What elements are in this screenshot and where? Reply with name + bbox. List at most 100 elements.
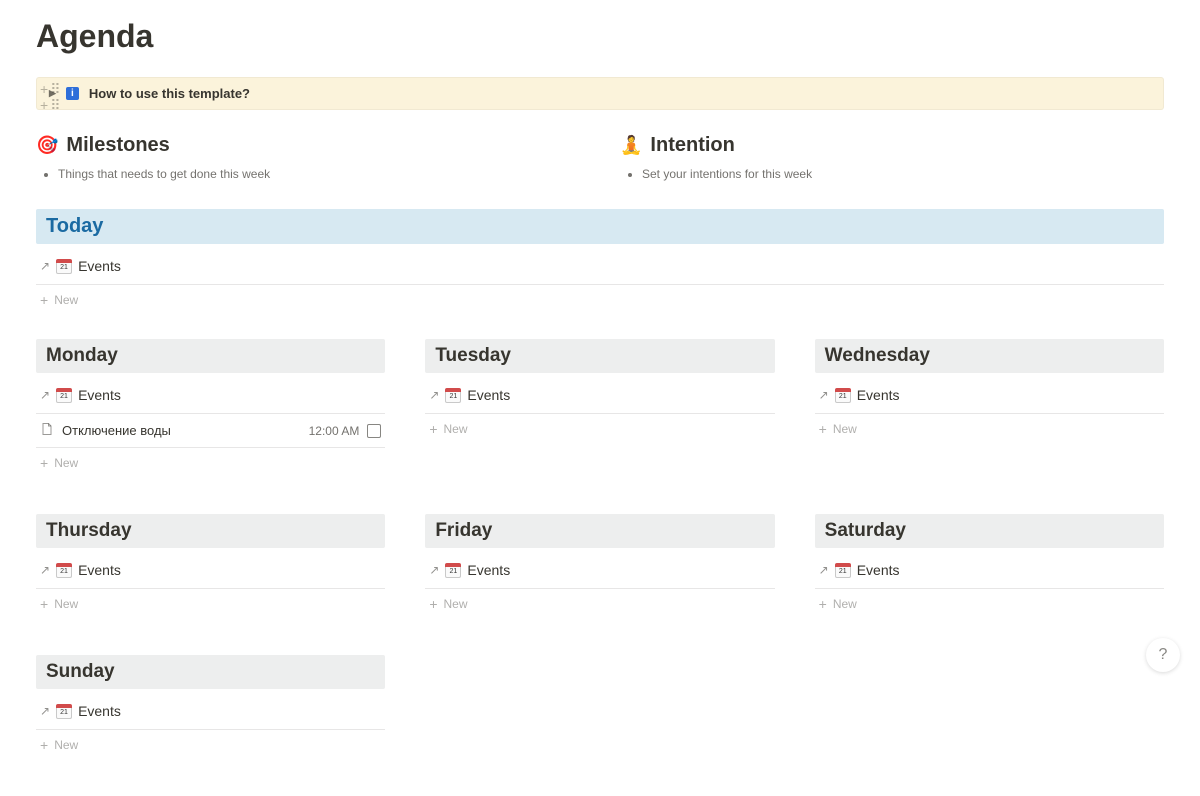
calendar-icon [835,563,851,578]
day-name: Friday [435,520,492,541]
day-name: Tuesday [435,345,511,366]
plus-icon: + [429,597,437,611]
new-label: New [54,293,78,307]
events-link[interactable]: ↗ Events [36,377,385,414]
new-button[interactable]: + New [425,589,774,615]
calendar-icon [56,259,72,274]
meditation-icon: 🧘 [620,135,642,156]
day-name: Monday [46,345,118,366]
events-label: Events [857,387,900,403]
arrow-up-right-icon: ↗ [40,563,50,577]
day-header: Monday [36,339,385,373]
new-label: New [444,597,468,611]
callout-how-to-use[interactable]: ▶ i How to use this template? [36,77,1164,110]
new-label: New [833,597,857,611]
day-header: Wednesday [815,339,1164,373]
new-button[interactable]: + New [425,414,774,440]
plus-icon: + [40,738,48,752]
arrow-up-right-icon: ↗ [429,563,439,577]
info-icon: i [66,87,79,100]
calendar-icon [56,563,72,578]
new-button[interactable]: + New [36,730,385,756]
arrow-up-right-icon: ↗ [40,259,50,273]
add-block-icon[interactable]: + [40,81,48,98]
help-icon: ? [1159,646,1168,664]
arrow-up-right-icon: ↗ [819,563,829,577]
new-button[interactable]: + New [36,448,385,474]
events-label: Events [78,703,121,719]
day-header: Thursday [36,514,385,548]
list-item[interactable]: Things that needs to get done this week [58,167,580,181]
new-button[interactable]: + New [36,589,385,615]
events-label: Events [467,387,510,403]
day-block-tuesday: Tuesday ↗ Events + New [425,339,774,474]
calendar-icon [835,388,851,403]
day-name: Wednesday [825,345,930,366]
calendar-icon [56,704,72,719]
calendar-icon [445,388,461,403]
day-block-saturday: Saturday ↗ Events + New [815,514,1164,615]
block-controls[interactable]: + ⠿ [40,81,60,98]
new-label: New [833,422,857,436]
events-label: Events [78,387,121,403]
calendar-icon [445,563,461,578]
target-icon: 🎯 [36,135,58,156]
day-header: Sunday [36,655,385,689]
drag-handle-icon[interactable]: ⠿ [50,97,60,114]
today-section: Today ↗ Events + New [36,209,1164,311]
events-link[interactable]: ↗ Events [36,248,1164,285]
events-label: Events [78,562,121,578]
today-header: Today [36,209,1164,244]
plus-icon: + [40,293,48,307]
events-link[interactable]: ↗ Events [425,552,774,589]
event-title: Отключение воды [62,423,301,438]
day-block-thursday: Thursday ↗ Events + New [36,514,385,615]
new-label: New [54,456,78,470]
day-header: Friday [425,514,774,548]
drag-handle-icon[interactable]: ⠿ [50,81,60,98]
arrow-up-right-icon: ↗ [40,388,50,402]
event-row[interactable]: Отключение воды 12:00 AM [36,414,385,448]
help-button[interactable]: ? [1146,638,1180,672]
callout-text: How to use this template? [89,86,250,101]
page-title: Agenda [36,0,1164,55]
new-label: New [444,422,468,436]
plus-icon: + [819,597,827,611]
day-block-friday: Friday ↗ Events + New [425,514,774,615]
events-label: Events [467,562,510,578]
arrow-up-right-icon: ↗ [819,388,829,402]
day-block-sunday: Sunday ↗ Events + New [36,655,385,756]
new-label: New [54,597,78,611]
events-label: Events [857,562,900,578]
new-label: New [54,738,78,752]
intention-title: Intention [650,134,734,157]
today-heading: Today [46,215,103,237]
events-label: Events [78,258,121,274]
events-link[interactable]: ↗ Events [815,377,1164,414]
add-block-icon[interactable]: + [40,97,48,114]
day-name: Sunday [46,661,115,682]
events-link[interactable]: ↗ Events [36,552,385,589]
plus-icon: + [819,422,827,436]
day-name: Saturday [825,520,906,541]
list-item[interactable]: Set your intentions for this week [642,167,1164,181]
milestones-heading: 🎯 Milestones [36,134,580,157]
milestones-title: Milestones [66,134,169,157]
day-header: Tuesday [425,339,774,373]
new-button[interactable]: + New [36,285,1164,311]
new-button[interactable]: + New [815,414,1164,440]
arrow-up-right-icon: ↗ [429,388,439,402]
new-button[interactable]: + New [815,589,1164,615]
events-link[interactable]: ↗ Events [425,377,774,414]
event-checkbox[interactable] [367,424,381,438]
block-controls[interactable]: + ⠿ [40,97,60,114]
day-block-wednesday: Wednesday ↗ Events + New [815,339,1164,474]
event-time: 12:00 AM [309,424,360,438]
events-link[interactable]: ↗ Events [36,693,385,730]
day-header: Saturday [815,514,1164,548]
events-link[interactable]: ↗ Events [815,552,1164,589]
milestones-section: 🎯 Milestones Things that needs to get do… [36,134,580,181]
plus-icon: + [40,597,48,611]
calendar-icon [56,388,72,403]
intention-section: 🧘 Intention Set your intentions for this… [620,134,1164,181]
